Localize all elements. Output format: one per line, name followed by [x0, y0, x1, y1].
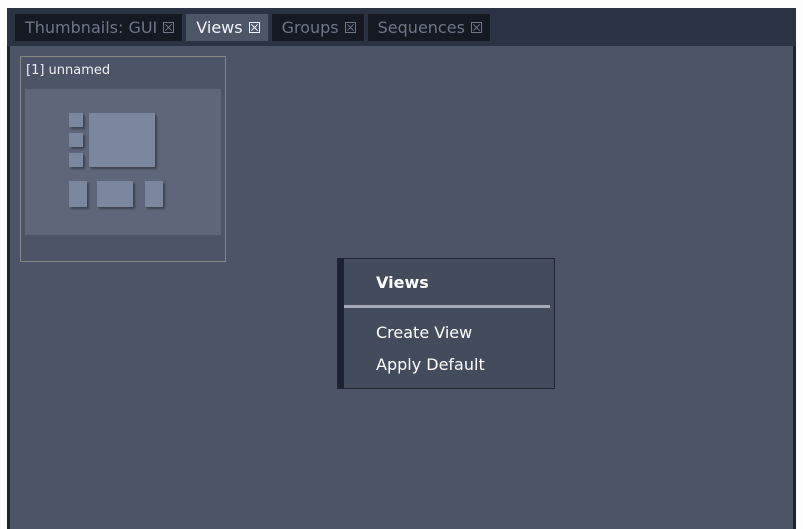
layout-block: [69, 133, 83, 147]
tab-strip: Thumbnails: GUI Views Groups Sequences: [15, 14, 494, 41]
views-panel[interactable]: [1] unnamed Views Create View Apply Defa…: [10, 46, 793, 529]
layout-block: [97, 181, 133, 207]
tab-label: Groups: [281, 18, 339, 37]
view-thumbnail-card[interactable]: [1] unnamed: [20, 56, 226, 262]
close-icon[interactable]: [470, 22, 482, 33]
tab-label: Thumbnails: GUI: [25, 18, 158, 37]
views-window: Thumbnails: GUI Views Groups Sequences […: [7, 8, 796, 529]
view-thumbnail-label: [1] unnamed: [26, 63, 111, 78]
menu-separator: [344, 305, 550, 308]
layout-block-main: [89, 113, 155, 167]
views-context-menu: Views Create View Apply Default: [337, 258, 555, 389]
layout-block: [69, 113, 83, 127]
close-icon[interactable]: [163, 22, 175, 33]
tab-label: Views: [196, 18, 243, 37]
layout-block: [69, 153, 83, 167]
menu-title: Views: [376, 273, 429, 292]
layout-block: [145, 181, 163, 207]
tab-sequences[interactable]: Sequences: [367, 14, 491, 41]
tab-groups[interactable]: Groups: [271, 14, 365, 41]
tab-thumbnails-gui[interactable]: Thumbnails: GUI: [15, 14, 184, 41]
menu-item-apply-default[interactable]: Apply Default: [344, 350, 550, 380]
tab-bar: Thumbnails: GUI Views Groups Sequences: [7, 8, 796, 46]
close-icon[interactable]: [248, 22, 260, 33]
menu-item-create-view[interactable]: Create View: [344, 318, 550, 348]
tab-label: Sequences: [377, 18, 465, 37]
layout-block: [69, 181, 87, 207]
close-icon[interactable]: [344, 22, 356, 33]
tab-views[interactable]: Views: [186, 14, 269, 41]
layout-preview-icon: [25, 89, 221, 235]
